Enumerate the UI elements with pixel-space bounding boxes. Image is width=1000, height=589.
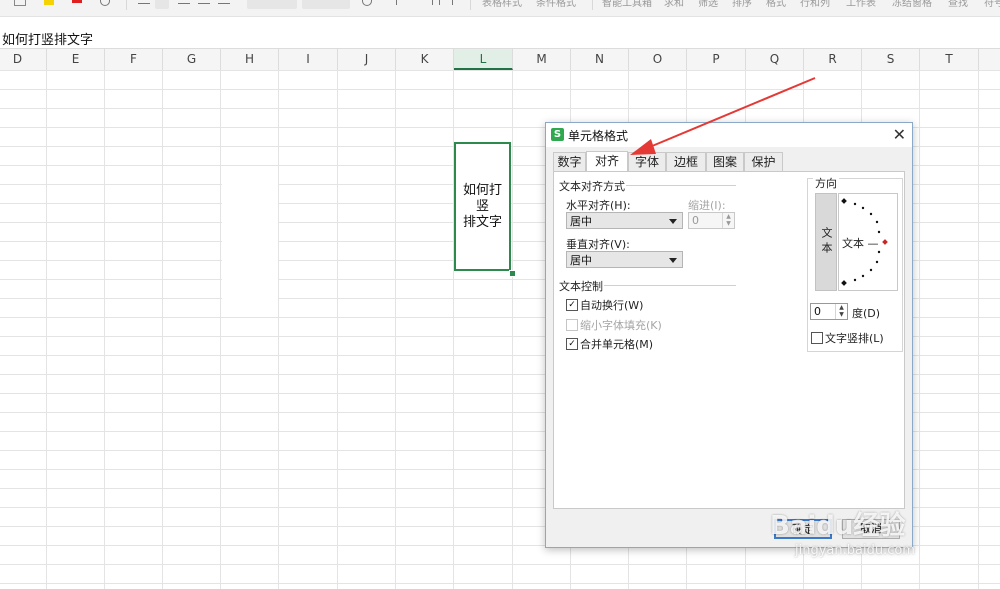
red-arrow-annotation [630,77,816,155]
baidu-watermark-url: jingyan.baidu.com [795,543,915,558]
baidu-watermark-logo: Baidu经验 [770,511,906,541]
